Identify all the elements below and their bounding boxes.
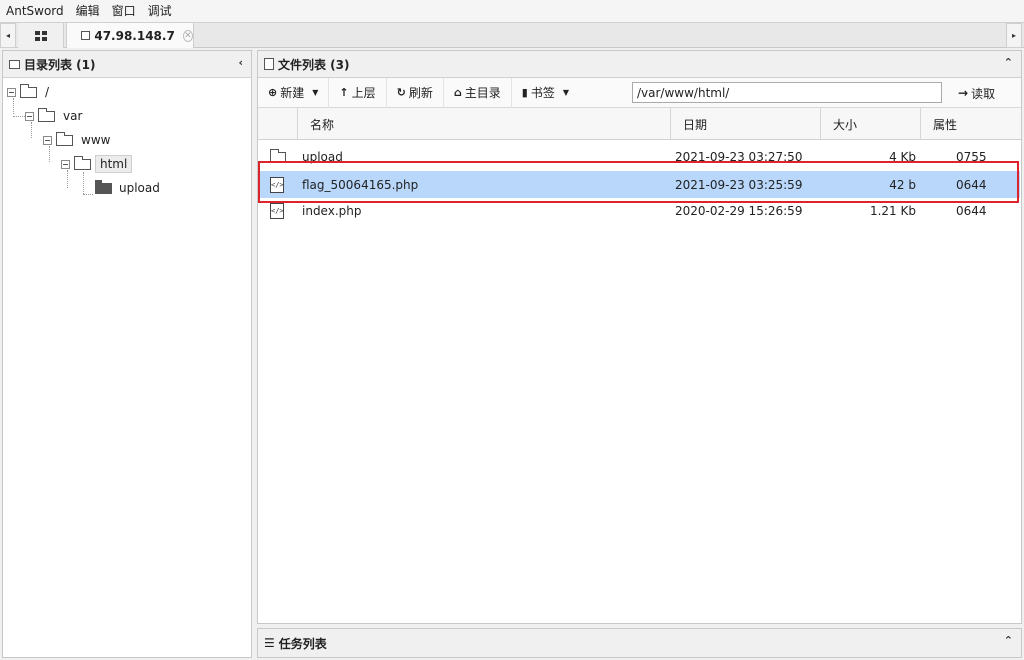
menu-item-edit[interactable]: 编辑 (70, 0, 106, 22)
path-input[interactable] (632, 82, 942, 103)
folder-tab-icon (81, 31, 91, 40)
tab-home[interactable] (18, 23, 64, 48)
tree-node-label: var (63, 109, 83, 123)
collapse-icon[interactable] (43, 135, 52, 145)
collapse-icon[interactable] (7, 87, 16, 97)
tree-connector (83, 194, 93, 195)
folder-header-icon (9, 59, 20, 69)
bookmark-button[interactable]: ▮ 书签 ▼ (512, 78, 579, 108)
collapse-up-icon[interactable]: ⌃ (1004, 56, 1013, 69)
tab-connection[interactable]: 47.98.148.7 ✕ (66, 23, 194, 48)
home-button-label: 主目录 (464, 86, 501, 100)
table-row[interactable]: </> flag_50064165.php 2021-09-23 03:25:5… (258, 171, 1020, 198)
grid-icon (34, 30, 47, 41)
tree-node-upload[interactable]: upload (95, 178, 160, 198)
plus-circle-icon: ⊕ (268, 86, 278, 99)
refresh-button-label: 刷新 (408, 86, 433, 100)
folder-icon (270, 148, 286, 163)
file-name: index.php (302, 204, 362, 218)
tab-scroll-left-icon[interactable]: ◂ (0, 23, 16, 48)
home-button[interactable]: ⌂ 主目录 (444, 77, 512, 108)
up-button[interactable]: ↑ 上层 (329, 77, 387, 108)
table-row[interactable]: upload 2021-09-23 03:27:50 4 Kb 0755 (258, 144, 1020, 170)
directory-panel-header: 目录列表 (1) ‹ (3, 51, 251, 78)
folder-icon (56, 131, 73, 146)
column-header-date[interactable]: 日期 (671, 108, 821, 140)
bookmark-button-label: 书签 (530, 86, 555, 100)
file-size: 4 Kb (889, 150, 916, 164)
directory-panel-title: 目录列表 (1) (24, 57, 96, 72)
file-toolbar: ⊕ 新建 ▼ ↑ 上层 ↻ 刷新 ⌂ 主目录 ▮ 书签 ▼ → 读取 (258, 77, 1021, 108)
caret-down-icon: ▼ (312, 88, 319, 97)
folder-filled-icon (95, 179, 112, 194)
tree-node-label: upload (119, 181, 160, 195)
column-header-perm[interactable]: 属性 (921, 108, 1017, 140)
new-button[interactable]: ⊕ 新建 ▼ (258, 77, 330, 108)
refresh-icon: ↻ (396, 86, 406, 99)
directory-panel: 目录列表 (1) ‹ / var www html upload (2, 50, 252, 658)
read-button[interactable]: → 读取 (950, 78, 1003, 108)
file-name: upload (302, 150, 343, 164)
task-panel-header[interactable]: ☰ 任务列表 ⌃ (258, 629, 1021, 657)
list-icon: ☰ (264, 636, 275, 650)
column-header-size[interactable]: 大小 (821, 108, 921, 140)
bookmark-icon: ▮ (521, 86, 528, 99)
file-date: 2020-02-29 15:26:59 (675, 204, 803, 218)
php-file-icon: </> (270, 176, 284, 193)
read-button-label: 读取 (971, 86, 996, 101)
file-panel: 文件列表 (3) ⌃ ⊕ 新建 ▼ ↑ 上层 ↻ 刷新 ⌂ 主目录 ▮ 书签 ▼… (257, 50, 1022, 624)
file-name: flag_50064165.php (302, 177, 419, 192)
caret-down-icon: ▼ (562, 88, 569, 97)
arrow-right-icon: → (958, 86, 969, 100)
refresh-button[interactable]: ↻ 刷新 (387, 77, 444, 108)
collapse-icon[interactable] (61, 159, 70, 169)
task-panel-title: 任务列表 (278, 636, 327, 651)
tree-node-label: html (95, 155, 133, 173)
file-size: 1.21 Kb (869, 204, 916, 218)
tree-node-html[interactable]: html (61, 154, 133, 174)
collapse-icon[interactable] (25, 111, 34, 121)
file-panel-header: 文件列表 (3) ⌃ (258, 51, 1021, 78)
file-panel-title: 文件列表 (3) (278, 57, 350, 72)
collapse-up-icon[interactable]: ⌃ (1004, 634, 1013, 647)
tree-connector (13, 116, 25, 117)
file-grid-body: upload 2021-09-23 03:27:50 4 Kb 0755 </>… (258, 140, 1021, 540)
column-header-icon (258, 108, 298, 140)
menu-item-antsword[interactable]: AntSword (0, 0, 70, 22)
tree-node-www[interactable]: www (43, 130, 110, 150)
column-header-name[interactable]: 名称 (298, 108, 671, 140)
tree-node-root[interactable]: / (7, 82, 49, 102)
panel-splitter[interactable] (253, 50, 256, 658)
task-panel: ☰ 任务列表 ⌃ (257, 628, 1022, 658)
file-size: 42 b (889, 177, 916, 192)
menu-item-window[interactable]: 窗口 (106, 0, 142, 22)
tree-node-label: www (81, 133, 111, 147)
tree-connector (83, 172, 84, 194)
file-date: 2021-09-23 03:27:50 (675, 150, 803, 164)
tab-scroll-right-icon[interactable]: ▸ (1006, 23, 1022, 48)
arrow-up-icon: ↑ (339, 86, 349, 99)
file-grid-header: 名称 日期 大小 属性 (258, 108, 1021, 140)
folder-icon (20, 83, 37, 98)
file-header-icon (264, 58, 274, 70)
file-perm: 0644 (956, 204, 987, 218)
php-file-icon: </> (270, 203, 284, 219)
tab-bar: ◂ 47.98.148.7 ✕ ▸ (0, 22, 1024, 48)
close-icon[interactable]: ✕ (182, 29, 193, 42)
folder-icon (74, 155, 91, 170)
new-button-label: 新建 (280, 86, 305, 100)
menu-item-debug[interactable]: 调试 (142, 0, 178, 22)
tab-connection-label: 47.98.148.7 (94, 28, 175, 43)
tree-node-label: / (45, 85, 50, 99)
home-icon: ⌂ (453, 86, 462, 99)
file-perm: 0755 (956, 150, 987, 164)
file-perm: 0644 (956, 177, 987, 192)
folder-icon (38, 107, 55, 122)
collapse-left-icon[interactable]: ‹ (238, 56, 243, 69)
file-date: 2021-09-23 03:25:59 (675, 177, 803, 192)
up-button-label: 上层 (351, 86, 376, 100)
menu-bar: AntSword 编辑 窗口 调试 (0, 0, 1024, 22)
table-row[interactable]: </> index.php 2020-02-29 15:26:59 1.21 K… (258, 198, 1020, 224)
tree-node-var[interactable]: var (25, 106, 82, 126)
